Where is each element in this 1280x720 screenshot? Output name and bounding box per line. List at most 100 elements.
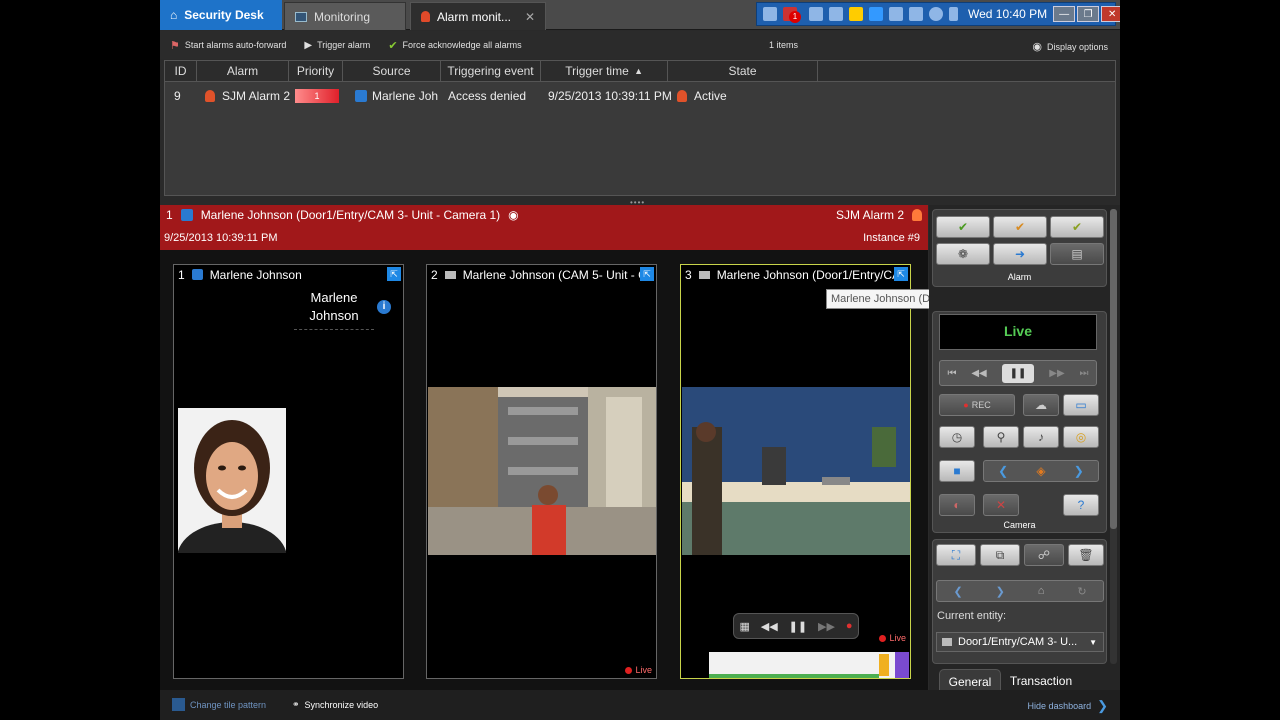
display-options-button[interactable]: ◉ Display options bbox=[1032, 40, 1108, 53]
acknowledge-button[interactable]: ✔ bbox=[936, 216, 990, 238]
rewind-icon[interactable]: ◀◀ bbox=[971, 368, 986, 379]
pause-icon[interactable]: ❚❚ bbox=[789, 620, 807, 633]
refresh-icon[interactable]: ↻ bbox=[1077, 585, 1086, 598]
column-header-state[interactable]: State bbox=[668, 61, 818, 82]
camera-video-feed bbox=[428, 387, 656, 555]
monitor-icon[interactable] bbox=[869, 7, 883, 21]
rewind-icon[interactable]: ◀◀ bbox=[761, 620, 778, 633]
skip-back-icon[interactable]: ⏮ bbox=[947, 368, 956, 379]
timeline-cursor[interactable] bbox=[879, 654, 889, 676]
splitter-handle[interactable]: •••• bbox=[160, 197, 1120, 207]
bookmark-button[interactable]: ☁ bbox=[1023, 394, 1059, 416]
camera-home-icon[interactable]: ◈ bbox=[1036, 464, 1045, 478]
maximize-tile-icon[interactable]: ⇱ bbox=[387, 267, 401, 281]
globe-icon[interactable] bbox=[929, 7, 943, 21]
alarm-report-button[interactable]: ▤ bbox=[1050, 243, 1104, 265]
cell-source: Marlene Johr bbox=[372, 89, 438, 103]
skip-forward-icon[interactable]: ⏭ bbox=[1080, 368, 1089, 379]
audio-button[interactable]: ♪ bbox=[1023, 426, 1059, 448]
help-button[interactable]: ? bbox=[1063, 494, 1099, 516]
record-dot-icon bbox=[625, 666, 633, 674]
dashboard-scrollbar[interactable] bbox=[1110, 209, 1117, 664]
eye-icon[interactable]: ◉ bbox=[508, 208, 518, 222]
timeline-bar[interactable] bbox=[709, 652, 909, 678]
current-entity-select[interactable]: Door1/Entry/CAM 3- U... ▼ bbox=[936, 632, 1104, 652]
column-header-trigger-time[interactable]: Trigger time ▲ bbox=[541, 61, 668, 82]
close-window-button[interactable]: ✕ bbox=[1101, 6, 1120, 22]
eye-icon: ◉ bbox=[1032, 41, 1042, 53]
synchronize-video-button[interactable]: ⚭ Synchronize video bbox=[292, 699, 378, 710]
user-icon[interactable] bbox=[809, 7, 823, 21]
restore-button[interactable]: ❐ bbox=[1077, 6, 1100, 22]
snooze-button[interactable]: ❁ bbox=[936, 243, 990, 265]
minimize-button[interactable]: — bbox=[1053, 6, 1076, 22]
column-header-event[interactable]: Triggering event bbox=[441, 61, 541, 82]
tile-index: 2 bbox=[431, 267, 438, 282]
alternate-acknowledge-button[interactable]: ✔ bbox=[993, 216, 1047, 238]
film-strip-icon[interactable]: ▦ bbox=[739, 620, 749, 633]
tile-3[interactable]: 3 Marlene Johnson (Door1/Entry/CA ⇱ ▦ ◀◀… bbox=[680, 264, 911, 679]
column-header-id[interactable]: ID bbox=[165, 61, 197, 82]
info-icon[interactable]: i bbox=[377, 300, 391, 314]
back-icon[interactable]: ❮ bbox=[953, 585, 962, 598]
bell-icon[interactable] bbox=[829, 7, 843, 21]
state-alarm-icon bbox=[677, 90, 687, 102]
record-button[interactable]: ● REC bbox=[939, 394, 1015, 416]
auto-forward-button[interactable]: ⚑ Start alarms auto-forward bbox=[170, 39, 286, 52]
banner-instance: Instance #9 bbox=[863, 232, 920, 244]
force-acknowledge-button[interactable]: ✔ bbox=[1050, 216, 1104, 238]
network-icon[interactable] bbox=[763, 7, 777, 21]
entity-panel: ⛶ ⧉ ☍ 🗑 ❮ ❯ ⌂ ↻ Current entity: Door1/En… bbox=[932, 539, 1107, 664]
volume-icon[interactable] bbox=[889, 7, 903, 21]
snapshot-button[interactable]: ▭ bbox=[1063, 394, 1099, 416]
cardholder-icon bbox=[355, 90, 367, 102]
cardholder-name: Marlene Johnson bbox=[294, 289, 374, 330]
notification-icon[interactable]: 1 bbox=[783, 7, 801, 23]
chevron-right-icon[interactable]: ❯ bbox=[1074, 464, 1084, 478]
forward-icon[interactable]: ❯ bbox=[996, 585, 1005, 598]
fast-forward-icon[interactable]: ▶▶ bbox=[818, 620, 835, 633]
stop-button[interactable]: ■ bbox=[939, 460, 975, 482]
fast-forward-icon[interactable]: ▶▶ bbox=[1049, 368, 1064, 379]
mute-button[interactable]: ◐ bbox=[939, 494, 975, 516]
delete-button[interactable]: 🗑 bbox=[1068, 544, 1104, 566]
chevron-left-icon[interactable]: ❮ bbox=[998, 464, 1008, 478]
tab-security-desk[interactable]: ⌂ Security Desk bbox=[160, 0, 282, 30]
open-external-button[interactable]: ⧉ bbox=[980, 544, 1020, 566]
link-button[interactable]: ☍ bbox=[1024, 544, 1064, 566]
arrow-icon[interactable] bbox=[849, 7, 863, 21]
maximize-tile-icon[interactable]: ⇱ bbox=[640, 267, 654, 281]
timeline-button[interactable]: ◷ bbox=[939, 426, 975, 448]
disable-button[interactable]: ✕ bbox=[983, 494, 1019, 516]
phone-icon[interactable] bbox=[949, 7, 958, 21]
home-icon[interactable]: ⌂ bbox=[1038, 585, 1045, 597]
settings-button[interactable]: ◎ bbox=[1063, 426, 1099, 448]
column-header-alarm[interactable]: Alarm bbox=[197, 61, 289, 82]
fullscreen-button[interactable]: ⛶ bbox=[936, 544, 976, 566]
security-desk-window: ⌂ Security Desk Monitoring Alarm monit..… bbox=[160, 0, 1120, 720]
maximize-tile-icon[interactable]: ⇱ bbox=[894, 267, 908, 281]
tab-monitoring[interactable]: Monitoring bbox=[284, 2, 406, 30]
column-header-source[interactable]: Source bbox=[343, 61, 441, 82]
zoom-button[interactable]: ⚲ bbox=[983, 426, 1019, 448]
cardholder-photo bbox=[178, 408, 286, 553]
column-header-priority[interactable]: Priority bbox=[289, 61, 343, 82]
hide-dashboard-button[interactable]: Hide dashboard ❯ bbox=[1028, 698, 1108, 714]
change-tile-pattern-button[interactable]: Change tile pattern bbox=[172, 698, 266, 711]
tile-2[interactable]: 2 Marlene Johnson (CAM 5- Unit - C ⇱ Liv… bbox=[426, 264, 657, 679]
chat-icon[interactable] bbox=[909, 7, 923, 21]
alarm-icon bbox=[912, 209, 922, 221]
banner-title: Marlene Johnson (Door1/Entry/CAM 3- Unit… bbox=[200, 208, 501, 222]
live-indicator: Live bbox=[625, 665, 652, 675]
record-icon[interactable]: ● bbox=[846, 620, 853, 632]
tile-1[interactable]: 1 Marlene Johnson ⇱ Marlene Johnson i bbox=[173, 264, 404, 679]
forward-alarm-button[interactable]: ➜ bbox=[993, 243, 1047, 265]
pause-icon[interactable]: ❚❚ bbox=[1001, 363, 1035, 383]
monitoring-icon bbox=[295, 11, 307, 22]
trigger-alarm-button[interactable]: ▶ Trigger alarm bbox=[304, 40, 370, 51]
tab-alarm-monitoring[interactable]: Alarm monit... ✕ bbox=[410, 2, 546, 30]
alarm-list-table: ID Alarm Priority Source Triggering even… bbox=[164, 60, 1116, 196]
close-tab-icon[interactable]: ✕ bbox=[525, 10, 535, 24]
force-acknowledge-button[interactable]: ✔ Force acknowledge all alarms bbox=[388, 39, 521, 52]
scrollbar-thumb[interactable] bbox=[1110, 209, 1117, 529]
